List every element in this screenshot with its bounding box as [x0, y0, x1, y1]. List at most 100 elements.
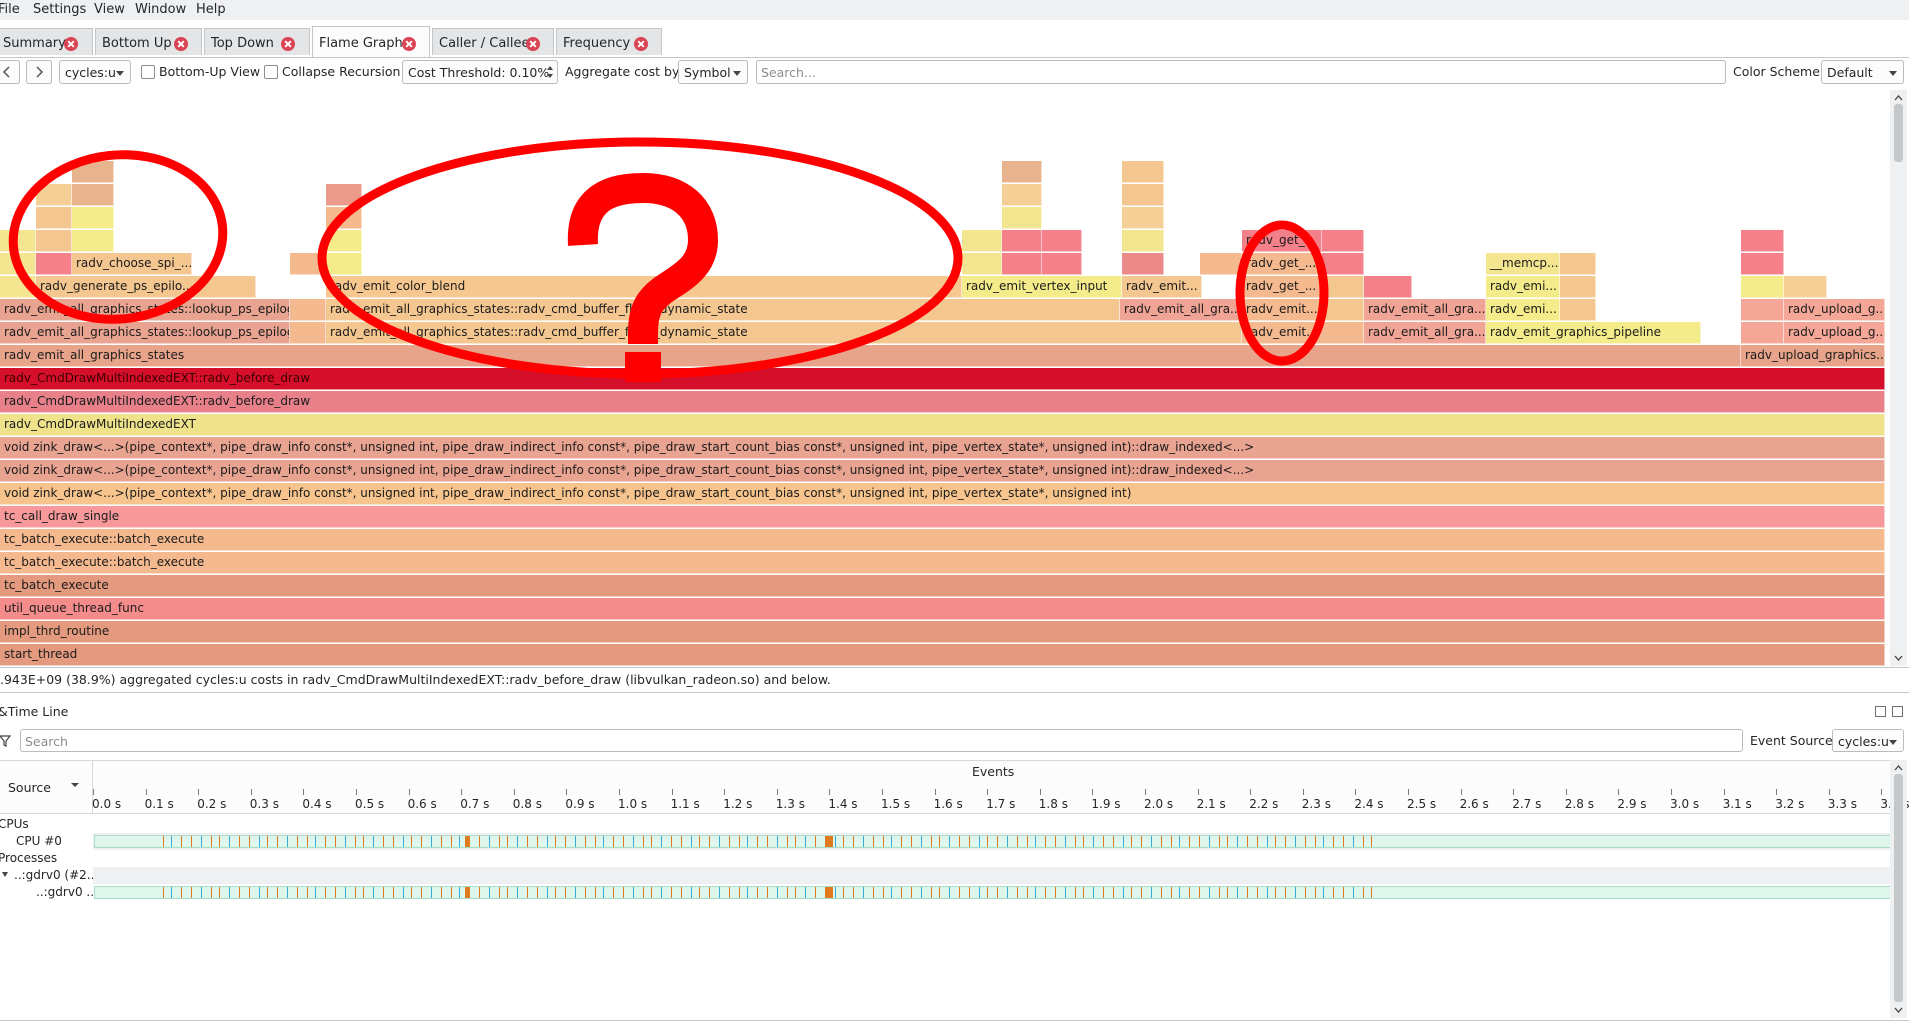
flame-frame[interactable]: [36, 207, 72, 229]
flame-frame[interactable]: radv_emit_all_gra...: [1364, 299, 1486, 321]
flame-frame[interactable]: [962, 253, 1002, 275]
menu-help[interactable]: Help: [196, 2, 226, 17]
flame-frame[interactable]: radv_get_...: [1242, 276, 1322, 298]
flame-frame[interactable]: tc_call_draw_single: [0, 506, 1885, 528]
timeline-search-input[interactable]: Search: [20, 729, 1743, 752]
flame-frame[interactable]: [1122, 207, 1164, 229]
flame-frame-selected[interactable]: radv_CmdDrawMultiIndexedEXT::radv_before…: [0, 368, 1885, 390]
sort-down-icon[interactable]: [70, 780, 80, 790]
flame-frame[interactable]: radv_emit...: [1242, 299, 1322, 321]
close-icon[interactable]: [174, 37, 188, 51]
close-icon[interactable]: [526, 37, 540, 51]
scroll-down-icon[interactable]: [1890, 652, 1907, 664]
flame-frame[interactable]: [1741, 253, 1784, 275]
flame-frame[interactable]: radv_choose_spi_...: [72, 253, 192, 275]
flame-frame[interactable]: [72, 207, 114, 229]
flame-frame[interactable]: radv_emit_vertex_input: [962, 276, 1122, 298]
flame-frame[interactable]: [290, 322, 326, 344]
flame-frame[interactable]: [1002, 161, 1042, 183]
flame-frame[interactable]: impl_thrd_routine: [0, 621, 1885, 643]
close-dock-icon[interactable]: [1892, 706, 1903, 717]
flame-frame[interactable]: tc_batch_execute::batch_execute: [0, 529, 1885, 551]
tab-flame-graph[interactable]: Flame Graph: [312, 26, 430, 57]
aggregate-combo[interactable]: Symbol: [678, 60, 748, 84]
flame-frame[interactable]: radv_emit...: [1242, 322, 1364, 344]
flame-frame[interactable]: [1560, 299, 1596, 321]
event-source-combo[interactable]: cycles:u: [1832, 729, 1904, 752]
back-button[interactable]: [0, 60, 20, 84]
tree-item-cpu0[interactable]: CPU #0: [16, 834, 62, 848]
flame-frame[interactable]: radv_emit_all_graphics_states::lookup_ps…: [0, 299, 290, 321]
flame-frame[interactable]: [1560, 276, 1596, 298]
flame-frame[interactable]: [962, 230, 1002, 252]
expand-arrow-icon[interactable]: [2, 871, 10, 879]
flame-frame[interactable]: [1002, 184, 1042, 206]
flame-frame[interactable]: [1322, 276, 1364, 298]
flame-frame[interactable]: [1122, 230, 1164, 252]
collapse-recursion-checkbox[interactable]: [264, 65, 278, 79]
flame-frame[interactable]: radv_upload_g...: [1784, 299, 1885, 321]
scroll-up-icon[interactable]: [1890, 92, 1907, 104]
tree-item-cpus[interactable]: CPUs: [0, 817, 29, 831]
close-icon[interactable]: [402, 37, 416, 51]
filter-icon[interactable]: [0, 733, 14, 749]
flame-frame[interactable]: [1741, 276, 1784, 298]
flame-frame[interactable]: [290, 253, 326, 275]
tab-frequency[interactable]: Frequency: [556, 28, 662, 55]
flame-frame[interactable]: [1122, 253, 1164, 275]
flame-frame[interactable]: [1002, 230, 1042, 252]
flame-frame[interactable]: util_queue_thread_func: [0, 598, 1885, 620]
flame-frame[interactable]: radv_get_...: [1242, 230, 1322, 252]
flame-frame[interactable]: [1042, 253, 1082, 275]
flame-frame[interactable]: [1560, 253, 1596, 275]
flame-frame[interactable]: void zink_draw<...>(pipe_context*, pipe_…: [0, 437, 1885, 459]
flame-frame[interactable]: [326, 207, 362, 229]
flame-frame[interactable]: [36, 184, 72, 206]
flame-frame[interactable]: [36, 230, 72, 252]
menu-view[interactable]: View: [94, 2, 125, 17]
menu-file[interactable]: File: [0, 2, 20, 17]
flame-frame[interactable]: [326, 253, 362, 275]
flame-frame[interactable]: radv_emit_all_graphics_states::radv_cmd_…: [326, 322, 1242, 344]
flame-frame[interactable]: radv_emi...: [1486, 276, 1560, 298]
tab-top-down[interactable]: Top Down: [204, 28, 310, 55]
flame-frame[interactable]: [1122, 161, 1164, 183]
flame-frame[interactable]: radv_upload_g...: [1784, 322, 1885, 344]
flame-frame[interactable]: [36, 253, 72, 275]
close-icon[interactable]: [281, 37, 295, 51]
forward-button[interactable]: [26, 60, 52, 84]
flame-frame[interactable]: radv_get_...: [1242, 253, 1322, 275]
flame-frame[interactable]: [326, 230, 362, 252]
flame-frame[interactable]: tc_batch_execute: [0, 575, 1885, 597]
flame-frame[interactable]: [1322, 299, 1364, 321]
close-icon[interactable]: [634, 37, 648, 51]
scroll-handle[interactable]: [1894, 774, 1903, 1002]
flame-frame[interactable]: [1002, 253, 1042, 275]
event-type-combo[interactable]: cycles:u: [59, 60, 131, 84]
scroll-down-icon[interactable]: [1890, 1004, 1907, 1016]
flame-frame[interactable]: radv_CmdDrawMultiIndexedEXT: [0, 414, 1885, 436]
flame-frame[interactable]: [1322, 230, 1364, 252]
flame-frame[interactable]: radv_emit_all_graphics_states: [0, 345, 1741, 367]
flame-search-input[interactable]: Search...: [756, 60, 1726, 84]
flame-frame[interactable]: start_thread: [0, 644, 1885, 666]
flame-frame[interactable]: [326, 184, 362, 206]
flame-frame[interactable]: radv_emi...: [1486, 299, 1560, 321]
spin-arrows-icon[interactable]: [545, 62, 555, 82]
tree-item-processes[interactable]: Processes: [0, 851, 57, 865]
flame-frame[interactable]: [290, 299, 326, 321]
tree-item-thread[interactable]: ..:gdrv0 ...: [36, 885, 98, 899]
timeline-scrollbar[interactable]: [1890, 760, 1907, 1018]
flame-frame[interactable]: [72, 230, 114, 252]
flame-frame[interactable]: radv_upload_graphics...: [1741, 345, 1885, 367]
flame-frame[interactable]: [0, 230, 36, 252]
thread-event-track[interactable]: [94, 886, 1891, 899]
flame-frame[interactable]: radv_emit_color_blend: [326, 276, 962, 298]
flame-frame[interactable]: radv_generate_ps_epilo...: [36, 276, 256, 298]
flame-graph[interactable]: start_thread impl_thrd_routine util_queu…: [0, 90, 1890, 666]
flame-frame[interactable]: [1322, 253, 1364, 275]
flame-frame[interactable]: tc_batch_execute::batch_execute: [0, 552, 1885, 574]
flame-frame[interactable]: [1741, 322, 1784, 344]
scroll-handle[interactable]: [1894, 104, 1903, 162]
flame-frame[interactable]: radv_emit_all_graphics_states::lookup_ps…: [0, 322, 290, 344]
